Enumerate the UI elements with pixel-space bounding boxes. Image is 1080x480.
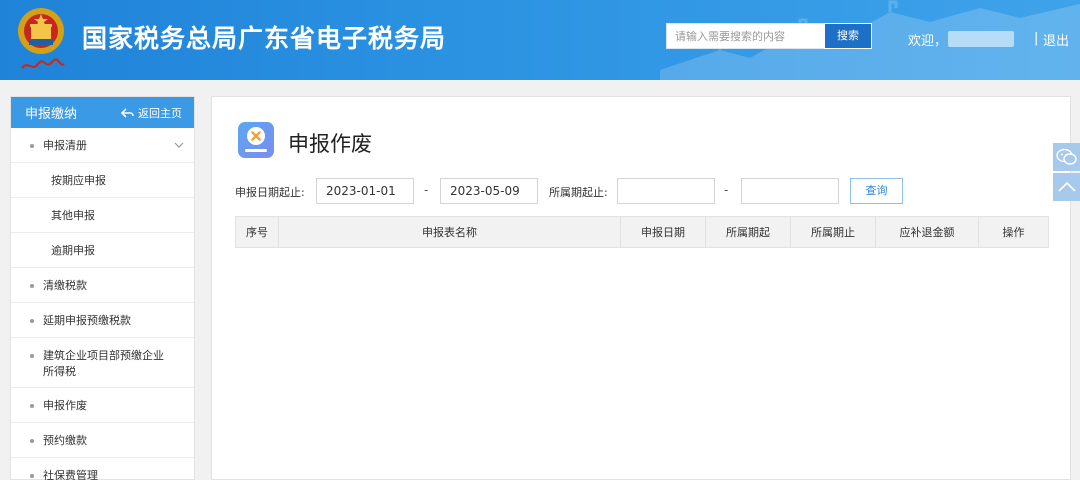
bullet-icon <box>30 319 34 323</box>
sidebar: 申报缴纳 返回主页 申报清册 按期应申报 其他申报 逾期申报 清缴税款 延期申报… <box>10 96 195 480</box>
period-end-input[interactable] <box>741 178 839 204</box>
range-separator: - <box>424 183 429 197</box>
sidebar-item-label-line2: 所得税 <box>43 365 76 378</box>
bullet-icon <box>30 144 34 148</box>
range-separator: - <box>724 183 729 197</box>
logout-link[interactable]: 退出 <box>1043 30 1069 49</box>
back-home-link[interactable]: 返回主页 <box>121 105 182 121</box>
sidebar-item-label: 申报清册 <box>43 139 87 152</box>
wechat-float-button[interactable] <box>1053 143 1080 171</box>
declaration-table: 序号 申报表名称 申报日期 所属期起 所属期止 应补退金额 操作 <box>235 216 1049 248</box>
sidebar-item-label: 逾期申报 <box>51 244 95 257</box>
sidebar-item-social-security[interactable]: 社保费管理 <box>11 458 194 480</box>
bullet-icon <box>30 439 34 443</box>
sidebar-item-void-declaration[interactable]: 申报作废 <box>11 388 194 423</box>
sidebar-item-label: 清缴税款 <box>43 279 87 292</box>
sidebar-item-label: 社保费管理 <box>43 469 98 480</box>
sidebar-item-label: 预约缴款 <box>43 434 87 447</box>
col-header-form-name: 申报表名称 <box>278 216 621 248</box>
bullet-icon <box>30 404 34 408</box>
search-button[interactable]: 搜索 <box>824 23 872 49</box>
bullet-icon <box>30 284 34 288</box>
site-title: 国家税务总局广东省电子税务局 <box>82 24 447 53</box>
tax-emblem-icon <box>18 8 64 54</box>
col-header-amount: 应补退金额 <box>875 216 979 248</box>
sidebar-item-deferred-prepay[interactable]: 延期申报预缴税款 <box>11 303 194 338</box>
sidebar-subitem-overdue[interactable]: 逾期申报 <box>11 233 194 268</box>
sidebar-item-label: 申报作废 <box>43 399 87 412</box>
sidebar-header: 申报缴纳 返回主页 <box>11 97 194 128</box>
col-header-action: 操作 <box>978 216 1049 248</box>
query-button[interactable]: 查询 <box>850 178 903 204</box>
void-document-icon <box>238 122 274 158</box>
page-title: 申报作废 <box>288 132 372 156</box>
chevron-down-icon <box>174 142 184 148</box>
period-label: 所属期起止: <box>549 186 608 199</box>
back-home-label: 返回主页 <box>138 106 182 120</box>
emblem-signature-image <box>21 58 65 69</box>
sidebar-item-label: 按期应申报 <box>51 174 106 187</box>
sidebar-item-label: 建筑企业项目部预缴企业 <box>43 349 164 362</box>
wechat-icon <box>1055 148 1077 165</box>
declare-date-end-input[interactable] <box>440 178 538 204</box>
period-start-input[interactable] <box>617 178 715 204</box>
col-header-index: 序号 <box>235 216 279 248</box>
welcome-text: 欢迎， <box>908 34 948 49</box>
sidebar-item-clear-tax[interactable]: 清缴税款 <box>11 268 194 303</box>
declare-date-label: 申报日期起止: <box>235 186 305 199</box>
sidebar-title: 申报缴纳 <box>25 107 78 122</box>
sidebar-item-declaration-list[interactable]: 申报清册 <box>11 128 194 163</box>
back-arrow-icon <box>121 107 134 118</box>
bullet-icon <box>30 354 34 358</box>
sidebar-item-label: 延期申报预缴税款 <box>43 314 131 327</box>
sidebar-item-scheduled-payment[interactable]: 预约缴款 <box>11 423 194 458</box>
sidebar-item-label: 其他申报 <box>51 209 95 222</box>
search-input[interactable] <box>666 23 824 49</box>
declare-date-start-input[interactable] <box>316 178 414 204</box>
header-separator: | <box>1034 31 1039 46</box>
col-header-declare-date: 申报日期 <box>620 216 706 248</box>
sidebar-subitem-scheduled[interactable]: 按期应申报 <box>11 163 194 198</box>
col-header-period-end: 所属期止 <box>790 216 876 248</box>
main-panel: 申报作废 申报日期起止: - 所属期起止: - 查询 序号 申报表名称 申报日期… <box>211 96 1071 480</box>
bullet-icon <box>30 474 34 478</box>
username-redacted <box>948 31 1014 47</box>
sidebar-item-construction-prepay[interactable]: 建筑企业项目部预缴企业 所得税 <box>11 338 194 388</box>
back-to-top-button[interactable] <box>1053 173 1080 201</box>
sidebar-subitem-other[interactable]: 其他申报 <box>11 198 194 233</box>
table-header-row: 序号 申报表名称 申报日期 所属期起 所属期止 应补退金额 操作 <box>235 216 1049 248</box>
top-header: 国家税务总局广东省电子税务局 搜索 欢迎， | 退出 <box>0 0 1080 80</box>
col-header-period-start: 所属期起 <box>705 216 791 248</box>
chevron-up-icon <box>1057 181 1076 192</box>
